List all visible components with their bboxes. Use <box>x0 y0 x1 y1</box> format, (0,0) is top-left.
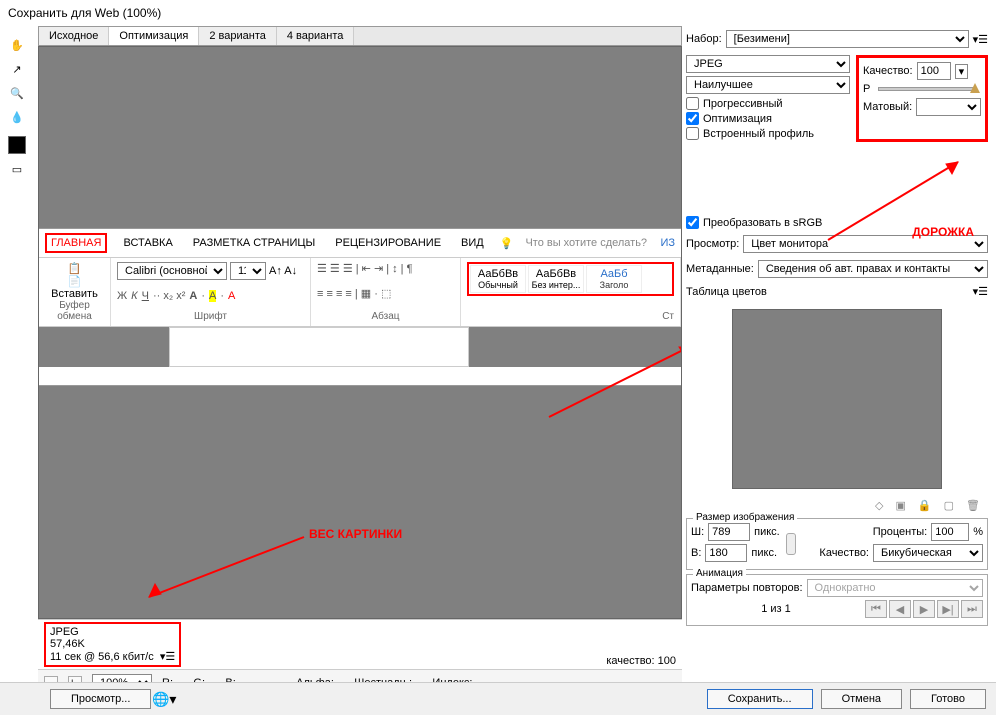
srgb-label: Преобразовать в sRGB <box>703 217 822 229</box>
metadata-label: Метаданные: <box>686 263 754 275</box>
resample-select[interactable]: Бикубическая <box>873 544 983 562</box>
matte-label: Матовый: <box>863 101 912 113</box>
progressive-checkbox[interactable] <box>686 97 699 110</box>
ct-icon-3[interactable]: 🔒 <box>918 499 932 512</box>
font-size-select: 11 <box>230 262 266 280</box>
optimization-info: JPEG 57,46K 11 сек @ 56,6 кбит/с ▾☰ каче… <box>38 619 682 669</box>
ct-icon-1[interactable]: ◇ <box>875 499 883 512</box>
format-select[interactable]: JPEG <box>686 55 850 73</box>
animation-title: Анимация <box>693 568 746 579</box>
embed-profile-label: Встроенный профиль <box>703 128 814 140</box>
image-size-title: Размер изображения <box>693 512 797 523</box>
annotation-track: ДОРОЖКА <box>912 225 974 239</box>
info-format: JPEG <box>50 626 175 638</box>
px-label-1: пикс. <box>754 526 780 538</box>
blur-label: Р <box>863 83 870 95</box>
word-iz: ИЗ <box>660 237 675 249</box>
tool-palette: ✋ ↗ 🔍 💧 ▭ <box>0 26 34 696</box>
info-time: 11 сек @ 56,6 кбит/с <box>50 651 154 663</box>
px-label-2: пикс. <box>751 547 777 559</box>
font-name-select: Calibri (основной) <box>117 262 227 280</box>
preview-button[interactable]: Просмотр... <box>50 689 151 709</box>
info-quality: качество: 100 <box>606 655 676 667</box>
loop-select[interactable]: Однократно <box>807 579 983 597</box>
preview-label: Просмотр: <box>686 238 739 250</box>
frame-counter: 1 из 1 <box>761 603 791 615</box>
optimized-label: Оптимизация <box>703 113 772 125</box>
save-button[interactable]: Сохранить... <box>707 689 813 709</box>
metadata-select[interactable]: Сведения об авт. правах и контакты <box>758 260 988 278</box>
done-button[interactable]: Готово <box>910 689 986 709</box>
annotation-weight: ВЕС КАРТИНКИ <box>309 527 402 541</box>
loop-label: Параметры повторов: <box>691 582 803 594</box>
height-input[interactable] <box>705 544 747 562</box>
dialog-footer: Просмотр... 🌐▾ Сохранить... Отмена Готов… <box>0 682 996 715</box>
word-tab-view: ВИД <box>457 235 488 251</box>
hand-tool[interactable]: ✋ <box>6 34 28 56</box>
first-frame-icon[interactable]: ⏮ <box>865 600 887 618</box>
info-size: 57,46K <box>50 638 175 650</box>
quality-input[interactable] <box>917 62 951 80</box>
foreground-color-swatch[interactable] <box>8 136 26 154</box>
srgb-checkbox[interactable] <box>686 216 699 229</box>
tab-2up[interactable]: 2 варианта <box>199 27 277 45</box>
link-icon[interactable] <box>786 533 796 555</box>
quality-dropdown-icon[interactable]: ▾ <box>955 64 969 79</box>
animation-panel: Анимация Параметры повторов: Однократно … <box>686 574 988 626</box>
word-tab-insert: ВСТАВКА <box>119 235 176 251</box>
embed-profile-checkbox[interactable] <box>686 127 699 140</box>
tab-4up[interactable]: 4 варианта <box>277 27 355 45</box>
color-table-label: Таблица цветов <box>686 286 767 298</box>
ct-icon-2[interactable]: ▣ <box>896 499 906 512</box>
paste-button: Вставить <box>45 288 104 300</box>
group-para-label: Абзац <box>317 311 454 322</box>
image-preview[interactable]: ГЛАВНАЯ ВСТАВКА РАЗМЕТКА СТРАНИЦЫ РЕЦЕНЗ… <box>38 46 682 619</box>
group-font-label: Шрифт <box>117 311 304 322</box>
w-label: Ш: <box>691 526 704 538</box>
prev-frame-icon[interactable]: ◀ <box>889 600 911 618</box>
last-frame-icon[interactable]: ⏭ <box>961 600 983 618</box>
preview-tab-strip: Исходное Оптимизация 2 варианта 4 вариан… <box>38 26 682 46</box>
panel-menu-icon[interactable]: ▾☰ <box>973 33 988 46</box>
ct-icon-4[interactable]: ▢ <box>944 499 954 512</box>
slice-tool[interactable]: ↗ <box>6 58 28 80</box>
browser-icon[interactable]: 🌐▾ <box>152 691 176 708</box>
matte-select[interactable] <box>916 98 981 116</box>
tab-original[interactable]: Исходное <box>39 27 109 45</box>
tab-optimized[interactable]: Оптимизация <box>109 27 199 45</box>
width-input[interactable] <box>708 523 750 541</box>
quality-slider[interactable] <box>878 87 977 91</box>
trash-icon[interactable]: 🗑 <box>966 499 980 512</box>
cancel-button[interactable]: Отмена <box>821 689 902 709</box>
word-tab-home: ГЛАВНАЯ <box>45 233 107 253</box>
eyedropper-tool[interactable]: 💧 <box>6 106 28 128</box>
group-styles-label: Ст <box>467 311 674 322</box>
optimized-checkbox[interactable] <box>686 112 699 125</box>
toggle-slices-icon[interactable]: ▭ <box>6 158 28 180</box>
play-icon[interactable]: ▶ <box>913 600 935 618</box>
percent-suffix: % <box>973 526 983 538</box>
window-title: Сохранить для Web (100%) <box>0 0 996 26</box>
quality-preset-select[interactable]: Наилучшее <box>686 76 850 94</box>
preset-select[interactable]: [Безимени] <box>726 30 969 48</box>
zoom-tool[interactable]: 🔍 <box>6 82 28 104</box>
word-tab-review: РЕЦЕНЗИРОВАНИЕ <box>331 235 445 251</box>
tell-me: Что вы хотите сделать? <box>525 237 647 249</box>
group-clipboard-label: Буфер обмена <box>45 300 104 322</box>
color-table <box>732 309 942 489</box>
resample-label: Качество: <box>819 547 869 559</box>
percent-input[interactable] <box>931 523 969 541</box>
next-frame-icon[interactable]: ▶| <box>937 600 959 618</box>
quality-label: Качество: <box>863 65 913 77</box>
h-label: В: <box>691 547 701 559</box>
styles-gallery: АаБбВвОбычный АаБбВвБез интер... АаБбЗаг… <box>467 262 674 296</box>
word-tab-layout: РАЗМЕТКА СТРАНИЦЫ <box>189 235 319 251</box>
embedded-document: ГЛАВНАЯ ВСТАВКА РАЗМЕТКА СТРАНИЦЫ РЕЦЕНЗ… <box>39 228 681 386</box>
percent-label: Проценты: <box>873 526 928 538</box>
color-table-menu-icon[interactable]: ▾☰ <box>973 285 988 298</box>
progressive-label: Прогрессивный <box>703 98 783 110</box>
settings-panel: Набор: [Безимени] ▾☰ JPEG Наилучшее Прог… <box>686 26 996 696</box>
image-size-panel: Размер изображения Ш:пикс. В:пикс. Проце… <box>686 518 988 570</box>
preset-label: Набор: <box>686 33 722 45</box>
